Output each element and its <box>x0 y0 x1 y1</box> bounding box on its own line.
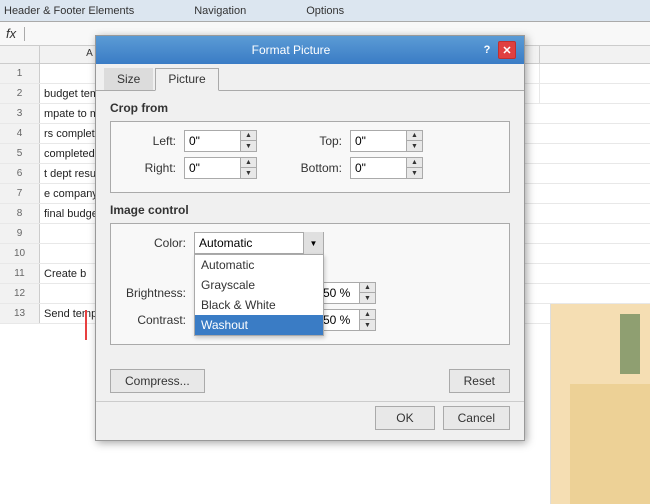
crop-left-down[interactable]: ▼ <box>241 141 256 151</box>
tab-picture[interactable]: Picture <box>155 68 218 91</box>
brightness-label: Brightness: <box>121 286 186 300</box>
crop-right-input[interactable]: ▲ ▼ <box>184 157 257 179</box>
dialog-titlebar: Format Picture ? ✕ <box>96 36 524 64</box>
compress-button[interactable]: Compress... <box>110 369 205 393</box>
crop-top-label: Top: <box>287 134 342 148</box>
brightness-spinners: ▲ ▼ <box>359 283 375 303</box>
crop-section-label: Crop from <box>110 101 510 115</box>
crop-top-row: Top: ▲ ▼ <box>287 130 423 152</box>
dialog-ok-cancel-row: OK Cancel <box>96 401 524 440</box>
color-select-display[interactable]: Automatic ▼ <box>194 232 324 254</box>
crop-left-row: Left: ▲ ▼ <box>121 130 257 152</box>
crop-left-input[interactable]: ▲ ▼ <box>184 130 257 152</box>
ribbon-section-2: Navigation <box>194 5 246 17</box>
format-picture-dialog: Format Picture ? ✕ Size Picture Crop fro… <box>95 35 525 441</box>
color-selected-value: Automatic <box>195 236 303 250</box>
crop-right-up[interactable]: ▲ <box>241 158 256 168</box>
crop-bottom-spinners: ▲ ▼ <box>406 158 422 178</box>
dialog-title: Format Picture <box>104 43 478 57</box>
row-num: 11 <box>0 264 40 283</box>
titlebar-right-controls: ? ✕ <box>478 41 516 59</box>
row-num: 12 <box>0 284 40 303</box>
row-num: 10 <box>0 244 40 263</box>
crop-bottom-field[interactable] <box>351 158 406 178</box>
color-option-bw[interactable]: Black & White <box>195 295 323 315</box>
row-num: 5 <box>0 144 40 163</box>
contrast-input[interactable]: ▲ ▼ <box>318 309 376 331</box>
color-label: Color: <box>121 236 186 250</box>
reset-button[interactable]: Reset <box>449 369 510 393</box>
image-shape <box>570 384 650 504</box>
crop-right-row: Right: ▲ ▼ <box>121 157 257 179</box>
color-dropdown-arrow[interactable]: ▼ <box>303 232 323 254</box>
row-num: 4 <box>0 124 40 143</box>
ribbon-section-1: Header & Footer Elements <box>4 5 134 17</box>
brightness-field[interactable] <box>319 283 359 303</box>
row-num-header <box>0 46 40 63</box>
fx-label: fx <box>6 26 16 41</box>
crop-top-down[interactable]: ▼ <box>407 141 422 151</box>
crop-section: Left: ▲ ▼ Right: <box>110 121 510 193</box>
row-num: 9 <box>0 224 40 243</box>
image-accent <box>620 314 640 374</box>
brightness-input[interactable]: ▲ ▼ <box>318 282 376 304</box>
dialog-tabs: Size Picture <box>96 64 524 91</box>
close-button[interactable]: ✕ <box>498 41 516 59</box>
color-dropdown-container: Automatic ▼ Automatic Grayscale Black & … <box>194 232 324 254</box>
brightness-down[interactable]: ▼ <box>360 293 375 303</box>
crop-left-spinners: ▲ ▼ <box>240 131 256 151</box>
row-num: 13 <box>0 304 40 323</box>
crop-top-spinners: ▲ ▼ <box>406 131 422 151</box>
color-option-washout[interactable]: Washout <box>195 315 323 335</box>
crop-bottom-row: Bottom: ▲ ▼ <box>287 157 423 179</box>
brightness-up[interactable]: ▲ <box>360 283 375 293</box>
ribbon-bar: Header & Footer Elements Navigation Opti… <box>0 0 650 22</box>
crop-top-input[interactable]: ▲ ▼ <box>350 130 423 152</box>
row-num: 1 <box>0 64 40 83</box>
crop-top-field[interactable] <box>351 131 406 151</box>
dialog-content: Crop from Left: ▲ ▼ <box>96 91 524 365</box>
cancel-button[interactable]: Cancel <box>443 406 510 430</box>
contrast-down[interactable]: ▼ <box>360 320 375 330</box>
column-indicator <box>85 310 87 340</box>
color-option-grayscale[interactable]: Grayscale <box>195 275 323 295</box>
crop-left-field[interactable] <box>185 131 240 151</box>
ribbon-section-3: Options <box>306 5 344 17</box>
image-placeholder <box>550 304 650 504</box>
color-row: Color: Automatic ▼ Automatic Grayscale B… <box>121 232 499 254</box>
image-control-section-label: Image control <box>110 203 510 217</box>
image-control-section: Color: Automatic ▼ Automatic Grayscale B… <box>110 223 510 345</box>
contrast-spinners: ▲ ▼ <box>359 310 375 330</box>
crop-bottom-down[interactable]: ▼ <box>407 168 422 178</box>
help-button[interactable]: ? <box>478 41 496 59</box>
row-num: 3 <box>0 104 40 123</box>
crop-bottom-up[interactable]: ▲ <box>407 158 422 168</box>
crop-left-up[interactable]: ▲ <box>241 131 256 141</box>
crop-top-up[interactable]: ▲ <box>407 131 422 141</box>
ok-button[interactable]: OK <box>375 406 434 430</box>
tab-size[interactable]: Size <box>104 68 153 90</box>
contrast-label: Contrast: <box>121 313 186 327</box>
crop-bottom-input[interactable]: ▲ ▼ <box>350 157 423 179</box>
row-num: 8 <box>0 204 40 223</box>
crop-right-label: Right: <box>121 161 176 175</box>
contrast-up[interactable]: ▲ <box>360 310 375 320</box>
crop-left-label: Left: <box>121 134 176 148</box>
crop-right-down[interactable]: ▼ <box>241 168 256 178</box>
crop-bottom-label: Bottom: <box>287 161 342 175</box>
color-dropdown-list: Automatic Grayscale Black & White Washou… <box>194 254 324 336</box>
crop-right-field[interactable] <box>185 158 240 178</box>
dialog-footer-row: Compress... Reset <box>96 365 524 401</box>
row-num: 7 <box>0 184 40 203</box>
row-num: 2 <box>0 84 40 103</box>
contrast-field[interactable] <box>319 310 359 330</box>
color-option-automatic[interactable]: Automatic <box>195 255 323 275</box>
crop-right-spinners: ▲ ▼ <box>240 158 256 178</box>
row-num: 6 <box>0 164 40 183</box>
